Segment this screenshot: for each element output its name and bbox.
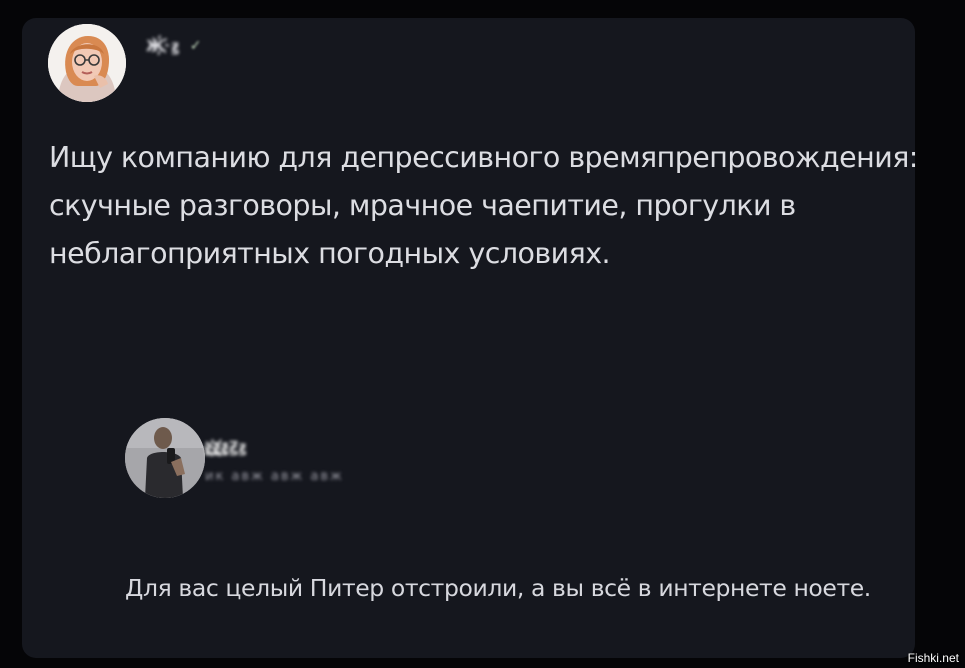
reply-author-handle[interactable]: ик авж авж авж (205, 469, 344, 484)
reply-author-avatar[interactable] (125, 418, 205, 498)
author-name[interactable]: Ж҉ꙃ (146, 36, 180, 56)
reply-author-names: ꙃ҉ꙃ҉ꙃꙂꙃ ик авж авж авж (205, 437, 344, 484)
watermark: Fishki.net (907, 651, 959, 665)
tweet-card (22, 18, 915, 658)
author-avatar[interactable] (48, 24, 126, 102)
screenshot-canvas: Ж҉ꙃ ✓ Ищу компанию для депрессивного вре… (0, 0, 965, 668)
man-portrait-icon (125, 418, 205, 498)
reply-header: ꙃ҉ꙃ҉ꙃꙂꙃ ик авж авж авж (125, 418, 344, 498)
reply-author-name[interactable]: ꙃ҉ꙃ҉ꙃꙂꙃ (205, 437, 344, 457)
post-text: Ищу компанию для депрессивного времяпреп… (49, 141, 918, 270)
woman-portrait-icon (48, 24, 126, 102)
reply-text: Для вас целый Питер отстроили, а вы всё … (125, 574, 871, 602)
post-header: Ж҉ꙃ ✓ (48, 22, 201, 104)
author-name-group: Ж҉ꙃ ✓ (146, 36, 201, 56)
verified-badge-icon: ✓ (189, 38, 202, 54)
